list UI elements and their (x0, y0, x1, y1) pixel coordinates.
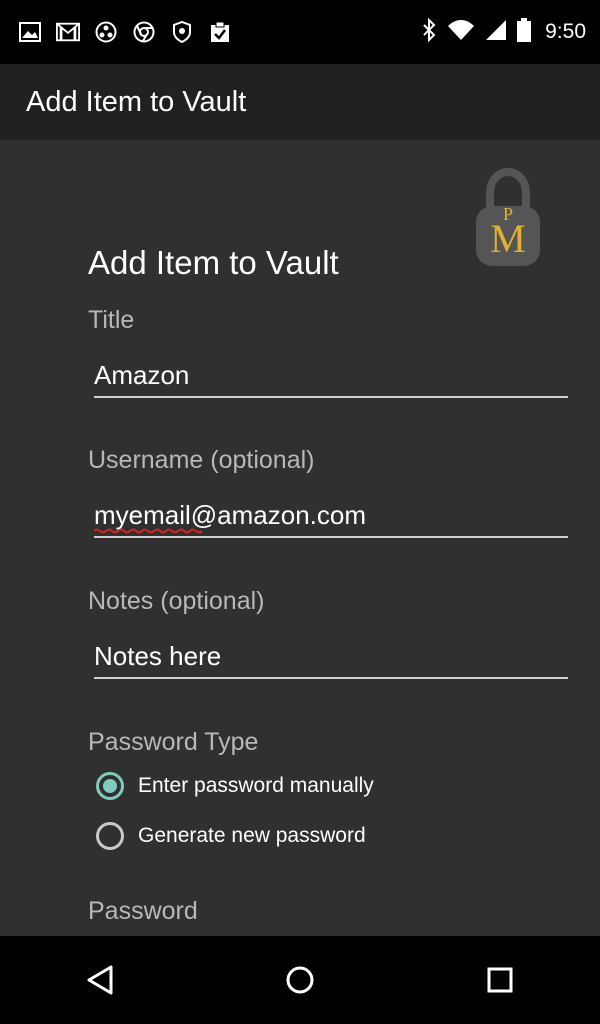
navigation-bar (0, 936, 600, 1024)
password-type-label: Password Type (88, 728, 259, 756)
title-label: Title (88, 306, 135, 334)
title-field[interactable]: Amazon (94, 346, 568, 398)
notification-icons (0, 20, 232, 44)
notes-underline (94, 677, 568, 679)
app-bar: Add Item to Vault (0, 64, 600, 140)
username-label: Username (optional) (88, 446, 315, 474)
chrome-icon (132, 20, 156, 44)
notes-field[interactable]: Notes here (94, 627, 568, 679)
radio-label-manual: Enter password manually (138, 774, 374, 797)
cluster-icon (94, 20, 118, 44)
wifi-icon (447, 19, 475, 46)
username-field[interactable]: myemail@amazon.com (94, 486, 568, 538)
spellcheck-underline (94, 528, 202, 534)
radio-generate-new[interactable]: Generate new password (96, 822, 366, 850)
system-icons: 9:50 (421, 17, 600, 47)
notes-value: Notes here (94, 641, 222, 671)
back-icon[interactable] (70, 950, 130, 1010)
form-heading: Add Item to Vault (88, 244, 339, 281)
recents-icon[interactable] (470, 950, 530, 1010)
clock-time: 9:50 (545, 20, 586, 43)
clipboard-check-icon (208, 20, 232, 44)
app-bar-title: Add Item to Vault (26, 85, 247, 118)
svg-text:M: M (490, 216, 526, 261)
radio-label-generate: Generate new password (138, 824, 366, 847)
shield-icon (170, 20, 194, 44)
home-icon[interactable] (270, 950, 330, 1010)
username-value: myemail@amazon.com (94, 500, 367, 530)
battery-icon (517, 17, 532, 47)
title-value: Amazon (94, 360, 190, 390)
bluetooth-icon (421, 17, 437, 47)
notes-label: Notes (optional) (88, 587, 265, 615)
password-label: Password (88, 897, 198, 925)
username-underline (94, 536, 568, 538)
radio-unselected-icon[interactable] (96, 822, 124, 850)
radio-selected-icon[interactable] (96, 772, 124, 800)
radio-enter-manually[interactable]: Enter password manually (96, 772, 374, 800)
signal-icon (485, 19, 507, 46)
image-icon (18, 20, 42, 44)
title-underline (94, 396, 568, 398)
gmail-icon (56, 20, 80, 44)
status-bar: 9:50 (0, 0, 600, 64)
form-content[interactable]: P M Add Item to Vault Title Amazon Usern… (0, 140, 600, 936)
padlock-logo-icon: P M (472, 166, 544, 270)
